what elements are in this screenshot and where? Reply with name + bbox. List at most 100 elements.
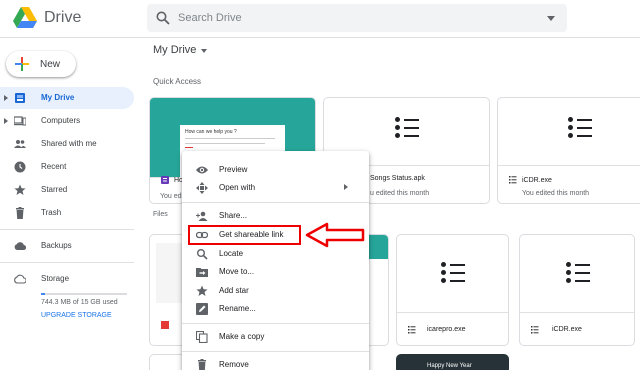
- eye-icon: [196, 166, 208, 174]
- expand-arrow-icon[interactable]: [4, 95, 8, 101]
- menu-item-label: Preview: [219, 165, 248, 174]
- sidebar-item-recent[interactable]: Recent: [0, 156, 134, 178]
- expand-arrow-icon[interactable]: [4, 118, 8, 124]
- sidebar-item-label: Backups: [41, 241, 72, 250]
- sidebar-item-shared[interactable]: Shared with me: [0, 133, 134, 155]
- file-card[interactable]: Happy New Year: [396, 354, 509, 370]
- menu-item-label: Rename...: [219, 304, 256, 313]
- computers-icon: [14, 116, 26, 126]
- menu-item-rename[interactable]: Rename...: [182, 300, 369, 318]
- card-name: iCDR.exe: [552, 326, 582, 333]
- menu-item-label: Share...: [219, 211, 248, 220]
- chevron-right-icon: [344, 184, 348, 190]
- quick-access-card[interactable]: iCDR.exe You edited this month: [497, 97, 640, 204]
- shared-icon: [14, 140, 26, 148]
- star-icon: [196, 285, 208, 296]
- sidebar-item-backups[interactable]: Backups: [0, 235, 134, 257]
- menu-item-remove[interactable]: Remove: [182, 356, 369, 370]
- menu-item-label: Open with: [219, 183, 256, 192]
- card-name: icarepro.exe: [427, 326, 466, 333]
- highlight-box: [188, 225, 301, 245]
- menu-item-move-to[interactable]: Move to...: [182, 263, 369, 281]
- thumbnail-text: How can we help you ?: [185, 129, 237, 135]
- menu-divider: [182, 351, 369, 352]
- card-subtitle: You edi: [160, 193, 184, 200]
- files-heading: Files: [153, 211, 168, 218]
- menu-item-label: Remove: [219, 360, 249, 369]
- sidebar-item-label: Computers: [41, 116, 81, 125]
- trash-icon: [198, 359, 206, 370]
- sidebar-item-storage[interactable]: Storage: [0, 268, 134, 290]
- file-list-icon: [531, 326, 539, 334]
- search-bar[interactable]: Search Drive: [147, 4, 567, 32]
- sidebar-divider: [0, 262, 134, 263]
- menu-item-make-copy[interactable]: Make a copy: [182, 328, 369, 346]
- storage-progress-fill: [41, 293, 46, 295]
- cloud-icon: [14, 242, 26, 251]
- new-button-label: New: [40, 59, 61, 70]
- search-icon: [197, 249, 208, 260]
- search-options-icon[interactable]: [547, 16, 555, 21]
- generic-file-icon: [395, 116, 419, 138]
- card-thumbnail-text: Happy New Year: [427, 363, 472, 369]
- sidebar-divider: [0, 229, 134, 230]
- sidebar-item-label: Storage: [41, 274, 70, 283]
- rename-icon: [196, 303, 208, 315]
- cloud-outline-icon: [14, 274, 26, 284]
- menu-item-add-star[interactable]: Add star: [182, 282, 369, 300]
- drive-app: Drive Search Drive New My Drive Computer…: [0, 0, 640, 370]
- app-title: Drive: [44, 9, 82, 26]
- card-subtitle: You edited this month: [522, 190, 590, 197]
- upgrade-storage-link[interactable]: UPGRADE STORAGE: [41, 312, 112, 319]
- card-thumbnail: [366, 235, 388, 259]
- menu-item-label: Locate: [219, 249, 244, 258]
- copy-icon: [196, 331, 208, 343]
- card-subtitle: u edited this month: [370, 190, 430, 197]
- quick-access-heading: Quick Access: [153, 77, 202, 86]
- sidebar-item-label: Recent: [41, 162, 67, 171]
- storage-progress-bar: [41, 293, 127, 295]
- card-name: Songs Status.apk: [370, 175, 425, 182]
- new-button[interactable]: New: [6, 51, 76, 77]
- sidebar-item-label: Starred: [41, 185, 68, 194]
- file-card[interactable]: icarepro.exe: [396, 234, 509, 346]
- file-list-icon: [509, 176, 517, 184]
- card-name: iCDR.exe: [522, 177, 552, 184]
- trash-icon: [16, 207, 24, 219]
- file-list-icon: [408, 326, 416, 334]
- menu-item-preview[interactable]: Preview: [182, 161, 369, 179]
- location-title[interactable]: My Drive: [153, 44, 196, 56]
- star-icon: [14, 184, 26, 195]
- card-thumbnail: [520, 235, 634, 313]
- sidebar-item-starred[interactable]: Starred: [0, 179, 134, 201]
- chevron-down-icon[interactable]: [201, 49, 207, 53]
- sidebar-item-label: Shared with me: [41, 139, 97, 148]
- menu-item-label: Add star: [219, 286, 249, 295]
- sidebar-item-my-drive[interactable]: My Drive: [0, 87, 134, 109]
- generic-file-icon: [441, 261, 465, 283]
- menu-divider: [182, 202, 369, 203]
- file-card[interactable]: [366, 234, 389, 346]
- generic-file-icon: [566, 261, 590, 283]
- search-icon[interactable]: [155, 10, 171, 26]
- pdf-icon: [161, 321, 169, 329]
- plus-icon: [15, 57, 29, 71]
- generic-file-icon: [568, 116, 592, 138]
- open-with-icon: [196, 182, 208, 194]
- sidebar-item-trash[interactable]: Trash: [0, 202, 134, 224]
- search-input[interactable]: Search Drive: [178, 12, 242, 24]
- storage-usage-text: 744.3 MB of 15 GB used: [41, 299, 118, 306]
- my-drive-icon: [15, 93, 25, 103]
- sidebar-item-computers[interactable]: Computers: [0, 110, 134, 132]
- clock-icon: [14, 161, 26, 173]
- menu-item-open-with[interactable]: Open with: [182, 179, 369, 197]
- sidebar-item-label: My Drive: [41, 93, 75, 102]
- card-thumbnail: [498, 98, 640, 166]
- menu-item-label: Move to...: [219, 267, 255, 276]
- drive-logo-icon[interactable]: [12, 6, 38, 30]
- sidebar-item-label: Trash: [41, 208, 62, 217]
- file-card[interactable]: iCDR.exe: [519, 234, 635, 346]
- annotation-arrow-icon: [305, 222, 365, 248]
- share-person-icon: [196, 211, 208, 221]
- move-folder-icon: [196, 268, 208, 277]
